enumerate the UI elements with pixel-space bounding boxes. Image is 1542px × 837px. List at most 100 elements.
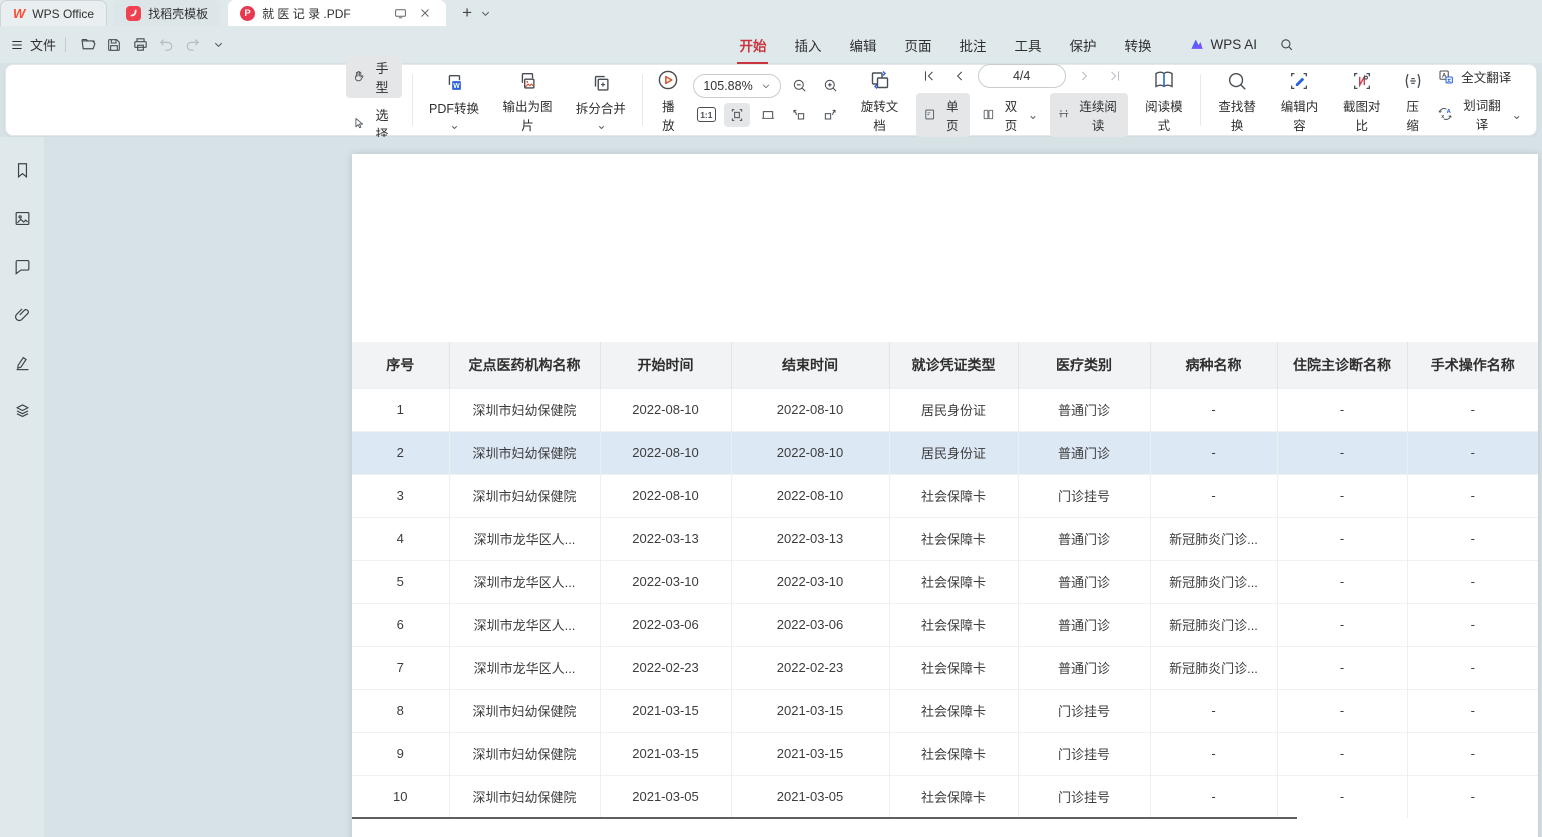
- tab-document-active[interactable]: P 就 医 记 录 .PDF: [228, 0, 446, 26]
- split-merge-label: 拆分合并: [576, 102, 626, 116]
- save-icon[interactable]: [101, 32, 127, 58]
- compress-button[interactable]: 压缩: [1398, 67, 1427, 134]
- table-cell: 深圳市妇幼保健院: [449, 689, 600, 732]
- zoom-level-select[interactable]: 105.88%: [693, 74, 781, 98]
- edit-content-label: 编辑内容: [1276, 96, 1322, 134]
- rotate-right-button[interactable]: [817, 103, 843, 127]
- single-page-view-button[interactable]: 单页: [916, 93, 971, 137]
- read-mode-button[interactable]: 阅读模式: [1138, 67, 1190, 134]
- previous-page-button[interactable]: [947, 64, 973, 88]
- menu-tab-home[interactable]: 开始: [725, 29, 780, 61]
- export-as-image-button[interactable]: 输出为图片: [496, 67, 560, 134]
- cursor-icon: [352, 116, 365, 131]
- tab-wps-office[interactable]: W WPS Office: [0, 0, 107, 26]
- menu-tab-tools[interactable]: 工具: [1000, 29, 1055, 61]
- wps-ai-button[interactable]: WPS AI: [1179, 31, 1267, 58]
- document-canvas[interactable]: 序号定点医药机构名称开始时间结束时间就诊凭证类型医疗类别病种名称住院主诊断名称手…: [44, 137, 1542, 837]
- column-header: 定点医药机构名称: [449, 342, 600, 388]
- pointer-tools-group: 手型 选择: [346, 56, 402, 145]
- table-cell: 深圳市妇幼保健院: [449, 474, 600, 517]
- layers-icon[interactable]: [9, 397, 35, 423]
- table-cell: 社会保障卡: [889, 603, 1018, 646]
- menu-tab-comment[interactable]: 批注: [945, 29, 1000, 61]
- export-image-label: 输出为图片: [499, 96, 557, 134]
- signature-icon[interactable]: [9, 349, 35, 375]
- table-header-row: 序号定点医药机构名称开始时间结束时间就诊凭证类型医疗类别病种名称住院主诊断名称手…: [352, 342, 1538, 388]
- file-menu-button[interactable]: 文件: [10, 35, 56, 54]
- table-cell: 2022-02-23: [731, 646, 889, 689]
- menu-tab-protect[interactable]: 保护: [1055, 29, 1110, 61]
- menu-tab-insert[interactable]: 插入: [780, 29, 835, 61]
- continuous-reading-icon: [1057, 107, 1070, 122]
- wps-ai-logo-icon: [1189, 37, 1205, 52]
- page-number-input[interactable]: 4/4: [978, 64, 1066, 88]
- divider: [65, 37, 66, 52]
- table-cell: 2022-02-23: [600, 646, 731, 689]
- continuous-reading-label: 连续阅读: [1076, 96, 1121, 134]
- table-cell: 2021-03-15: [600, 689, 731, 732]
- actual-size-button[interactable]: 1:1: [693, 103, 719, 127]
- table-cell: 社会保障卡: [889, 517, 1018, 560]
- thumbnail-icon[interactable]: [9, 205, 35, 231]
- table-cell: 2022-03-10: [600, 560, 731, 603]
- table-cell: 2021-03-15: [731, 732, 889, 775]
- pdf-convert-label: PDF转换: [429, 102, 479, 116]
- tab-docer-templates[interactable]: 找稻壳模板: [114, 0, 220, 26]
- table-bottom-border: [352, 817, 1297, 819]
- table-cell: 9: [352, 732, 449, 775]
- table-cell: 8: [352, 689, 449, 732]
- print-icon[interactable]: [127, 32, 153, 58]
- tab-list-chevron-icon[interactable]: [480, 0, 500, 26]
- close-tab-icon[interactable]: [416, 4, 434, 22]
- table-cell: -: [1407, 474, 1538, 517]
- screenshot-compare-button[interactable]: 截图对比: [1336, 67, 1388, 134]
- fit-width-button[interactable]: [724, 103, 750, 127]
- table-cell: 居民身份证: [889, 388, 1018, 431]
- more-actions-chevron-icon[interactable]: [205, 32, 231, 58]
- undo-icon[interactable]: [153, 32, 179, 58]
- left-side-rail: [0, 137, 44, 837]
- hand-tool-button[interactable]: 手型: [346, 56, 402, 98]
- rotate-document-button[interactable]: 旋转文档: [853, 67, 905, 134]
- find-replace-button[interactable]: 查找替换: [1211, 67, 1263, 134]
- edit-content-icon: [1288, 67, 1310, 92]
- present-on-monitor-icon[interactable]: [391, 4, 409, 22]
- rotate-left-button[interactable]: [786, 103, 812, 127]
- hand-tool-label: 手型: [370, 58, 393, 96]
- new-tab-button[interactable]: +: [454, 0, 480, 26]
- last-page-button[interactable]: [1102, 64, 1128, 88]
- rotate-document-label: 旋转文档: [856, 96, 902, 134]
- attachment-icon[interactable]: [9, 301, 35, 327]
- redo-icon[interactable]: [179, 32, 205, 58]
- table-cell: 社会保障卡: [889, 474, 1018, 517]
- split-merge-button[interactable]: 拆分合并⌄: [569, 69, 632, 132]
- open-file-icon[interactable]: [75, 32, 101, 58]
- table-cell: 社会保障卡: [889, 775, 1018, 818]
- play-label: 播放: [656, 96, 680, 134]
- menu-tab-edit[interactable]: 编辑: [835, 29, 890, 61]
- comment-icon[interactable]: [9, 253, 35, 279]
- next-page-button[interactable]: [1071, 64, 1097, 88]
- full-text-translate-button[interactable]: A 全文翻译: [1437, 67, 1522, 86]
- pdf-convert-button[interactable]: W PDF转换⌄: [423, 69, 486, 132]
- read-mode-label: 阅读模式: [1141, 96, 1187, 134]
- menu-search-icon[interactable]: [1279, 37, 1294, 52]
- fit-page-button[interactable]: [755, 103, 781, 127]
- table-cell: 4: [352, 517, 449, 560]
- continuous-reading-button[interactable]: 连续阅读: [1050, 93, 1127, 137]
- bookmark-icon[interactable]: [9, 157, 35, 183]
- zoom-out-button[interactable]: [786, 74, 812, 98]
- table-cell: 深圳市龙华区人...: [449, 517, 600, 560]
- double-page-view-button[interactable]: 双页⌄: [975, 93, 1045, 137]
- table-cell: 门诊挂号: [1018, 474, 1150, 517]
- play-button[interactable]: 播放: [653, 67, 683, 134]
- zoom-in-button[interactable]: [817, 74, 843, 98]
- menu-tab-page[interactable]: 页面: [890, 29, 945, 61]
- table-row: 5深圳市龙华区人...2022-03-102022-03-10社会保障卡普通门诊…: [352, 560, 1538, 603]
- table-cell: 2022-08-10: [600, 388, 731, 431]
- edit-content-button[interactable]: 编辑内容: [1273, 67, 1325, 134]
- word-translate-button[interactable]: xA 划词翻译⌄: [1437, 95, 1522, 133]
- first-page-button[interactable]: [916, 64, 942, 88]
- table-cell: 2022-03-06: [600, 603, 731, 646]
- menu-tab-convert[interactable]: 转换: [1110, 29, 1165, 61]
